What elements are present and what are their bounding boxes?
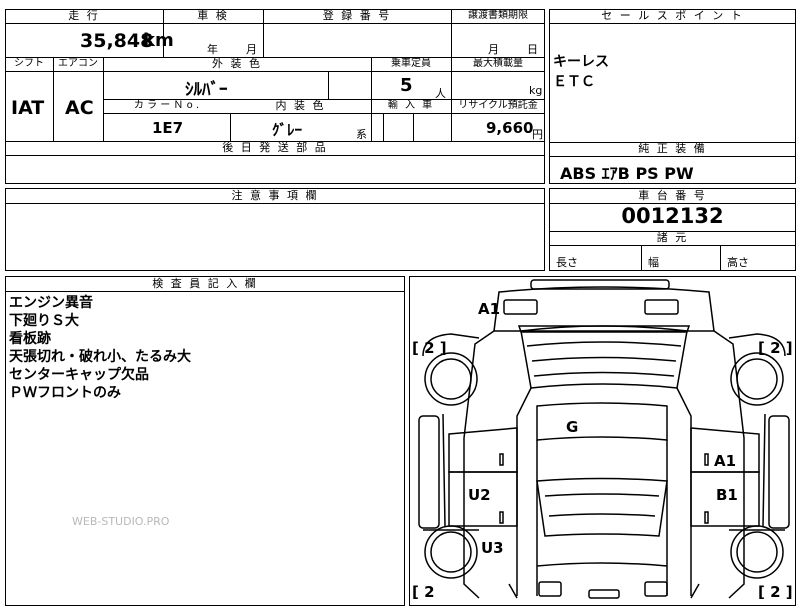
inspection-label: 車 検 [197, 9, 229, 22]
mark-a1-front: A1 [478, 300, 501, 318]
sales-point-item: キーレス [553, 54, 609, 70]
wheel-rear-right [730, 525, 784, 579]
equipment-label: 純 正 装 備 [638, 142, 707, 155]
color-number-value: 1E7 [152, 119, 184, 137]
aircon-value: AC [65, 97, 94, 119]
capacity-label: 乗車定員 [391, 58, 431, 69]
recycle-deposit-value: 9,660 [486, 119, 534, 137]
car-diagram [418, 279, 790, 599]
body-outline-front [493, 286, 715, 332]
recycle-deposit-label: リサイクル預託金 [458, 100, 538, 111]
interior-color-value: ｸﾞﾚｰ [272, 121, 303, 139]
chassis-number-value: 0012132 [621, 204, 724, 228]
capacity-value: 5 [400, 75, 413, 96]
roof [536, 402, 668, 441]
rear-light-left [538, 581, 562, 597]
tire-grade-front-left: [ 2 ] [412, 339, 447, 357]
inspector-note: 天張切れ・破れ小、たるみ大 [9, 349, 191, 365]
inspector-note: ＰＷフロントのみ [9, 385, 121, 401]
mileage-label: 走 行 [68, 9, 100, 22]
watermark: WEB-STUDIO.PRO [72, 515, 170, 528]
inspection-year-unit: 年 [207, 43, 218, 56]
interior-suffix: 系 [356, 128, 367, 141]
rear-bumper [588, 589, 620, 599]
sales-point-list: キーレス ＥＴＣ [553, 52, 609, 92]
tire-grade-rear-right: [ 2 ] [758, 583, 793, 601]
mark-b1-right-door: B1 [716, 486, 738, 504]
max-load-label: 最大積載量 [473, 58, 523, 69]
equipment-value: ABS ｴｱB PS PW [560, 164, 694, 183]
sales-point-label: セ ー ル ス ポ イ ン ト [601, 9, 744, 22]
tire-grade-front-right: [ 2 ] [758, 339, 793, 357]
transfer-day-unit: 日 [527, 43, 538, 56]
interior-color-label: 内 装 色 [275, 99, 326, 112]
door-handle-fr [704, 453, 709, 466]
inspection-month-unit: 月 [246, 43, 257, 56]
mark-u2-left-door: U2 [468, 486, 491, 504]
exterior-color-value: ｼﾙﾊﾞｰ [185, 80, 228, 100]
inspector-notes: エンジン異音 下廻りＳ大 看板跡 天張切れ・破れ小、たるみ大 センターキャップ欠… [9, 294, 191, 402]
shift-value: IAT [11, 97, 45, 119]
color-number-label: カ ラ ー Ｎ o . [133, 100, 200, 111]
recycle-unit: 円 [532, 128, 543, 141]
caution-label: 注 意 事 項 欄 [231, 189, 319, 202]
registration-label: 登 録 番 号 [322, 9, 392, 22]
door-handle-rl [499, 511, 504, 524]
inspector-note: エンジン異音 [9, 295, 93, 311]
dimensions-label: 諸 元 [656, 231, 689, 244]
headlight-left [503, 299, 538, 315]
mileage-unit: km [143, 30, 174, 51]
mark-u3-left-rear: U3 [481, 539, 504, 557]
later-parts-label: 後 日 発 送 部 品 [222, 141, 328, 154]
chassis-number-label: 車 台 番 号 [638, 189, 707, 202]
rear-light-right [644, 581, 668, 597]
length-label: 長さ [556, 256, 578, 269]
transfer-month-unit: 月 [488, 43, 499, 56]
door-front-left [448, 427, 518, 473]
inspector-note: 下廻りＳ大 [9, 313, 79, 329]
height-label: 高さ [727, 256, 749, 269]
headlight-right [644, 299, 679, 315]
exterior-color-label: 外 装 色 [212, 57, 262, 70]
wheel-front-left [424, 352, 478, 406]
import-car-label: 輸 入 車 [387, 100, 435, 111]
door-handle-rr [704, 511, 709, 524]
inspector-label: 検 査 員 記 入 欄 [152, 277, 258, 290]
mark-g-roof: G [566, 418, 579, 436]
inspector-note: センターキャップ欠品 [9, 367, 149, 383]
door-handle-fl [499, 453, 504, 466]
tire-grade-rear-left: [ 2 [412, 583, 435, 601]
wheel-front-right [730, 352, 784, 406]
side-skirt-left [418, 415, 440, 529]
width-label: 幅 [648, 256, 659, 269]
max-load-unit: kg [529, 84, 543, 97]
wheel-rear-left [424, 525, 478, 579]
side-skirt-right [768, 415, 790, 529]
rear-window [536, 477, 668, 537]
shift-label: シフト [14, 58, 44, 69]
transfer-deadline-label: 譲渡書類期限 [468, 10, 528, 21]
aircon-label: エアコン [58, 58, 98, 69]
mark-a1-right-door: A1 [714, 452, 737, 470]
sales-point-item: ＥＴＣ [553, 74, 595, 90]
inspector-note: 看板跡 [9, 331, 51, 347]
sales-point-box [549, 9, 796, 184]
vehicle-info-table: 走 行 車 検 登 録 番 号 譲渡書類期限 35,848 km 年 月 月 日… [5, 9, 545, 184]
